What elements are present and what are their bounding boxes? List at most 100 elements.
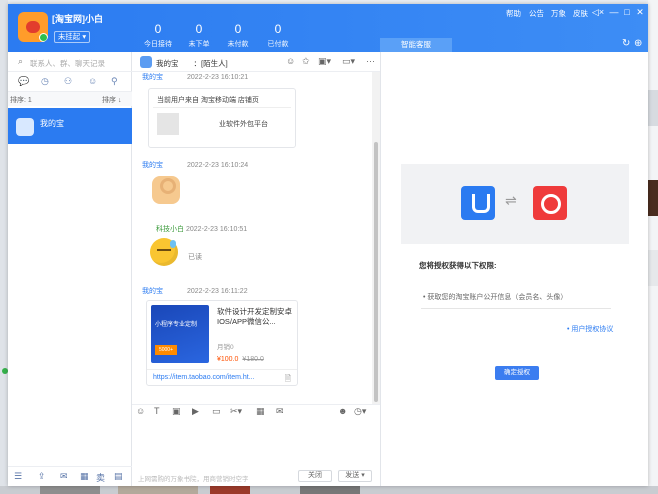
user-agreement-link[interactable]: • 用户授权协议	[567, 324, 613, 334]
sort-order[interactable]: 排序 ↓	[102, 95, 121, 105]
send-button[interactable]: 发送 ▾	[338, 470, 372, 482]
stat-value: 0	[274, 22, 282, 36]
red-packet-icon[interactable]: ✉	[276, 406, 284, 417]
avatar[interactable]	[18, 12, 48, 42]
message-meta: 我的宝 2022-2-23 16:11:22	[142, 286, 248, 296]
more-icon[interactable]: ···	[366, 56, 375, 66]
product-url-bar: https://item.taobao.com/item.ht... 🗎	[147, 369, 297, 385]
message-scrollbar[interactable]	[372, 72, 380, 404]
recent-icon[interactable]: ◷	[41, 76, 49, 87]
scrollbar-thumb[interactable]	[374, 142, 378, 402]
current-price: ¥100.0	[217, 356, 239, 363]
message-sender: 我的宝	[142, 162, 163, 169]
auth-title: 您将授权获得以下权限:	[419, 261, 497, 270]
shop-icon[interactable]: 卖	[96, 471, 105, 484]
stat-paid[interactable]: 0 已付款	[258, 22, 298, 49]
desktop-taskbar	[0, 486, 658, 494]
divider	[421, 308, 611, 309]
product-image-badge: 5000+	[155, 345, 177, 355]
contact-item[interactable]: 我的宝	[8, 108, 132, 144]
upload-icon[interactable]: ⇪	[38, 471, 46, 482]
shop-thumbnail	[157, 113, 179, 135]
stat-value: 0	[154, 22, 162, 36]
search-bar[interactable]: ⌕ 联系人、群、聊天记录	[8, 52, 132, 72]
mute-icon[interactable]: ◁×	[590, 6, 606, 18]
product-title[interactable]: 软件设计开发定制安卓IOS/APP微信公...	[217, 307, 297, 327]
video-clip-icon[interactable]: ▶	[192, 406, 199, 417]
username: [淘宝网]小白	[52, 14, 103, 24]
aliwangwang-window: [淘宝网]小白 未挂起 ▾ 0 今日接待 0 未下单 0 未付款 0 已付款 帮…	[8, 4, 648, 486]
font-icon[interactable]: T	[154, 406, 160, 416]
status-dropdown[interactable]: 未挂起 ▾	[54, 31, 90, 43]
folder-icon[interactable]: ▭	[212, 406, 221, 417]
menu-notice[interactable]: 公告	[529, 8, 544, 19]
video-icon[interactable]: ▭▾	[342, 56, 355, 67]
maximize-button[interactable]: □	[621, 6, 633, 18]
left-footer: ☰ ⇪ ✉ ▦ 卖 ▤	[8, 466, 132, 486]
sort-bar: 排序: 1 排序 ↓	[8, 92, 132, 106]
message-time: 2022-2-23 16:11:22	[187, 288, 248, 295]
add-circle-icon[interactable]: ⊕	[634, 38, 642, 49]
mail-icon[interactable]: ✉	[60, 471, 68, 482]
tab-smart-service[interactable]: 智能客服	[380, 38, 452, 52]
close-button[interactable]: ✕	[634, 6, 646, 18]
third-party-app-icon	[533, 186, 567, 220]
stat-label: 今日接待	[144, 41, 172, 48]
menu-skin[interactable]: 皮肤	[573, 8, 588, 19]
smart-service-panel: ⇌ 您将授权获得以下权限: • 获取您的淘宝账户公开信息（会员名、头像） • 用…	[380, 52, 648, 486]
document-icon[interactable]: 🗎	[285, 373, 291, 387]
emoji-chat-icon[interactable]: ☺	[286, 56, 295, 66]
refresh-icon[interactable]: ↻	[622, 38, 630, 49]
message-list: 我的宝 2022-2-23 16:10:21 当前用户来自 淘宝移动端 店铺页 业…	[132, 72, 372, 404]
product-url[interactable]: https://item.taobao.com/item.ht...	[153, 374, 255, 381]
stat-unordered[interactable]: 0 未下单	[179, 22, 219, 49]
product-sales: 月销0	[217, 344, 234, 351]
stat-value: 0	[195, 22, 203, 36]
star-icon[interactable]: ✩	[302, 56, 310, 67]
source-card[interactable]: 当前用户来自 淘宝移动端 店铺页 业软件外包平台	[148, 88, 296, 148]
message-input[interactable]	[132, 418, 380, 466]
group-icon[interactable]: ☺	[88, 76, 97, 86]
stat-today[interactable]: 0 今日接待	[138, 22, 178, 49]
scissors-icon[interactable]: ✂▾	[230, 406, 242, 417]
emoji-icon[interactable]: ☺	[136, 406, 145, 416]
menu-icon[interactable]: ☰	[14, 471, 22, 482]
swap-icon: ⇌	[505, 192, 517, 208]
org-icon[interactable]: ⚲	[111, 76, 118, 87]
message-meta: 我的宝 2022-2-23 16:10:24	[142, 160, 248, 170]
chat-icon[interactable]: 💬	[18, 76, 29, 87]
chat-header: 我的宝 ：[陌生人] ☺ ✩ ▣▾ ▭▾ ···	[132, 52, 380, 72]
message-meta: 我的宝 2022-2-23 16:10:21	[142, 72, 248, 82]
calendar-icon[interactable]: ▦	[256, 406, 265, 417]
message-time: 2022-2-23 16:10:24	[187, 162, 249, 169]
ok-hand-sticker[interactable]	[152, 176, 180, 204]
stat-label: 未付款	[227, 41, 249, 48]
input-toolbar: ☺ T ▣ ▶ ▭ ✂▾ ▦ ✉ ☻ ◷▾	[132, 404, 380, 418]
layout-icon[interactable]: ▤	[114, 471, 123, 482]
stat-unpaid[interactable]: 0 未付款	[218, 22, 258, 49]
grid-icon[interactable]: ▦	[80, 471, 89, 482]
message-time: 2022-2-23 16:10:51	[186, 226, 248, 233]
search-input[interactable]: 联系人、群、聊天记录	[30, 58, 105, 69]
product-image-text: 小程序专业定制	[155, 322, 198, 328]
quick-reply-icon[interactable]: ☻	[338, 406, 347, 416]
history-icon[interactable]: ◷▾	[354, 406, 366, 417]
contacts-icon[interactable]: ⚇	[64, 76, 72, 87]
menu-wanxiang[interactable]: 万象	[551, 8, 566, 19]
screen-icon[interactable]: ▣▾	[318, 56, 331, 67]
contact-panel: ⌕ 联系人、群、聊天记录 💬 ◷ ⚇ ☺ ⚲ 排序: 1 排序 ↓ 我的宝 ☰ …	[8, 52, 132, 486]
footer-hint: 上网需购的万象书院，用商营销时空字	[138, 476, 249, 483]
contact-nav: 💬 ◷ ⚇ ☺ ⚲	[8, 72, 132, 92]
confirm-auth-button[interactable]: 确定授权	[495, 366, 539, 380]
sweat-face-sticker[interactable]	[150, 238, 178, 266]
contact-name: 我的宝	[40, 119, 64, 128]
menu-help[interactable]: 帮助	[506, 8, 521, 19]
product-card[interactable]: 小程序专业定制 5000+ 软件设计开发定制安卓IOS/APP微信公... 月销…	[146, 300, 298, 386]
close-chat-button[interactable]: 关闭	[298, 470, 332, 482]
divider	[153, 107, 291, 108]
image-icon[interactable]: ▣	[172, 406, 181, 417]
minimize-button[interactable]: —	[608, 6, 620, 18]
online-check-icon	[39, 33, 48, 42]
sort-label[interactable]: 排序: 1	[10, 95, 32, 105]
auth-app-box: ⇌	[401, 164, 629, 244]
